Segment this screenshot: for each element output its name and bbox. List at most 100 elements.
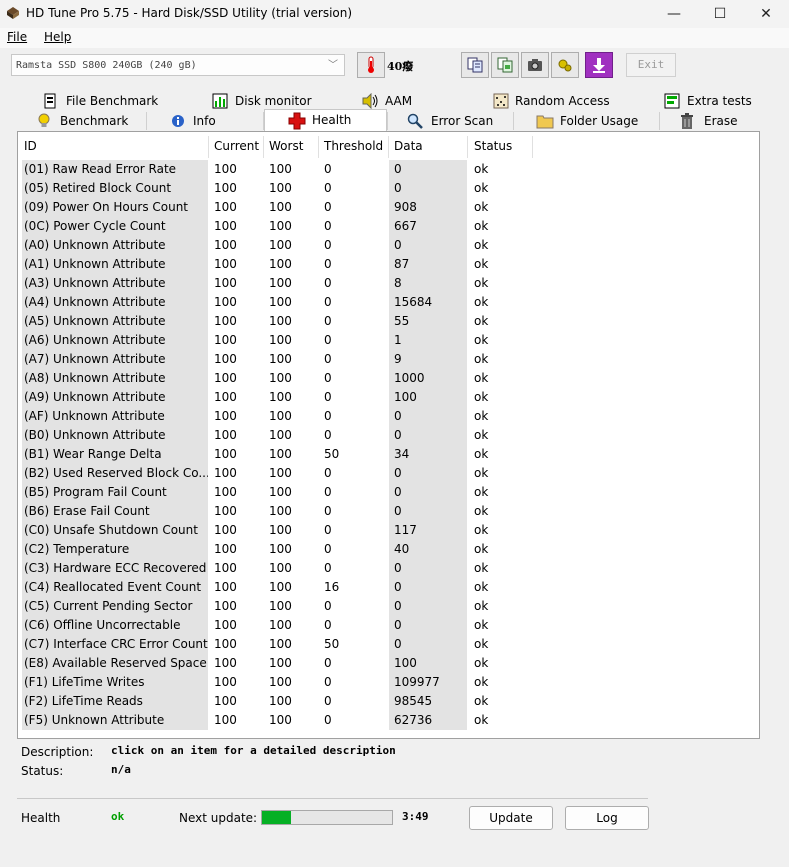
menu-file[interactable]: File [7, 30, 27, 44]
cell-worst: 100 [269, 656, 292, 670]
disk-monitor-icon [212, 93, 228, 109]
tab-file-benchmark[interactable]: File Benchmark [40, 92, 160, 110]
table-row[interactable]: (AF) Unknown Attribute 100 100 0 0 ok [22, 407, 542, 426]
temperature-button[interactable] [357, 52, 385, 78]
cell-data: 87 [394, 257, 410, 271]
cell-id: (09) Power On Hours Count [24, 200, 189, 214]
table-row[interactable]: (F5) Unknown Attribute 100 100 0 62736 ok [22, 711, 542, 730]
camera-icon [528, 59, 542, 71]
table-row[interactable]: (A7) Unknown Attribute 100 100 0 9 ok [22, 350, 542, 369]
log-button[interactable]: Log [565, 806, 649, 830]
download-button[interactable] [585, 52, 613, 78]
copy-info-icon [467, 57, 483, 73]
cell-threshold: 0 [324, 181, 332, 195]
minimize-button[interactable]: — [651, 0, 697, 28]
cell-current: 100 [214, 257, 237, 271]
table-row[interactable]: (F1) LifeTime Writes 100 100 0 109977 ok [22, 673, 542, 692]
cell-status: ok [474, 257, 489, 271]
tab-aam[interactable]: AAM [361, 92, 431, 110]
table-row[interactable]: (A9) Unknown Attribute 100 100 0 100 ok [22, 388, 542, 407]
random-access-icon [493, 93, 509, 109]
table-row[interactable]: (B5) Program Fail Count 100 100 0 0 ok [22, 483, 542, 502]
cell-id: (B1) Wear Range Delta [24, 447, 162, 461]
cell-id: (05) Retired Block Count [24, 181, 172, 195]
column-header-id[interactable]: ID [24, 139, 37, 153]
table-row[interactable]: (C3) Hardware ECC Recovered 100 100 0 0 ok [22, 559, 542, 578]
column-header-current[interactable]: Current [214, 139, 259, 153]
cell-status: ok [474, 276, 489, 290]
cell-worst: 100 [269, 219, 292, 233]
table-row[interactable]: (A6) Unknown Attribute 100 100 0 1 ok [22, 331, 542, 350]
close-button[interactable]: ✕ [743, 0, 789, 28]
table-row[interactable]: (A8) Unknown Attribute 100 100 0 1000 ok [22, 369, 542, 388]
table-row[interactable]: (B2) Used Reserved Block Co... 100 100 0 0 ok [22, 464, 542, 483]
cell-data: 1000 [394, 371, 425, 385]
table-row[interactable]: (05) Retired Block Count 100 100 0 0 ok [22, 179, 542, 198]
copy-screenshot-button[interactable] [491, 52, 519, 78]
cell-id: (F1) LifeTime Writes [24, 675, 145, 689]
table-row[interactable]: (C5) Current Pending Sector 100 100 0 0 ok [22, 597, 542, 616]
cell-data: 40 [394, 542, 410, 556]
cell-current: 100 [214, 219, 237, 233]
exit-button[interactable]: Exit [626, 53, 676, 77]
table-row[interactable]: (01) Raw Read Error Rate 100 100 0 0 ok [22, 160, 542, 179]
drive-select[interactable]: Ramsta SSD S800 240GB (240 gB) ﹀ [11, 54, 345, 76]
cell-id: (A9) Unknown Attribute [24, 390, 166, 404]
table-row[interactable]: (A5) Unknown Attribute 100 100 0 55 ok [22, 312, 542, 331]
update-button[interactable]: Update [469, 806, 553, 830]
cell-data: 0 [394, 409, 402, 423]
table-row[interactable]: (C6) Offline Uncorrectable 100 100 0 0 ok [22, 616, 542, 635]
tab-random-access[interactable]: Random Access [491, 92, 621, 110]
tab-health[interactable]: Health [264, 109, 387, 131]
cell-data: 100 [394, 390, 417, 404]
table-row[interactable]: (B1) Wear Range Delta 100 100 50 34 ok [22, 445, 542, 464]
table-row[interactable]: (C2) Temperature 100 100 0 40 ok [22, 540, 542, 559]
cell-data: 0 [394, 504, 402, 518]
tab-folder-usage[interactable]: Folder Usage [536, 112, 656, 130]
column-header-worst[interactable]: Worst [269, 139, 303, 153]
cell-data: 0 [394, 428, 402, 442]
cell-current: 100 [214, 694, 237, 708]
tab-erase[interactable]: Erase [679, 112, 759, 130]
cell-data: 0 [394, 238, 402, 252]
tab-info[interactable]: Info [171, 112, 261, 130]
table-row[interactable]: (C7) Interface CRC Error Count 100 100 50 0 o… [22, 635, 542, 654]
table-row[interactable]: (A4) Unknown Attribute 100 100 0 15684 ok [22, 293, 542, 312]
table-row[interactable]: (B0) Unknown Attribute 100 100 0 0 ok [22, 426, 542, 445]
column-header-data[interactable]: Data [394, 139, 423, 153]
maximize-button[interactable]: ☐ [697, 0, 743, 28]
table-row[interactable]: (A1) Unknown Attribute 100 100 0 87 ok [22, 255, 542, 274]
table-row[interactable]: (B6) Erase Fail Count 100 100 0 0 ok [22, 502, 542, 521]
menu-help[interactable]: Help [44, 30, 71, 44]
table-row[interactable]: (C4) Reallocated Event Count 100 100 16 0 ok [22, 578, 542, 597]
table-row[interactable]: (09) Power On Hours Count 100 100 0 908 ok [22, 198, 542, 217]
table-row[interactable]: (E8) Available Reserved Space 100 100 0 100 o… [22, 654, 542, 673]
cell-id: (C5) Current Pending Sector [24, 599, 193, 613]
tab-label: File Benchmark [66, 94, 159, 108]
settings-button[interactable] [551, 52, 579, 78]
tab-benchmark[interactable]: Benchmark [36, 112, 146, 130]
table-row[interactable]: (C0) Unsafe Shutdown Count 100 100 0 117 ok [22, 521, 542, 540]
cell-id: (F2) LifeTime Reads [24, 694, 143, 708]
cell-status: ok [474, 694, 489, 708]
cell-id: (A6) Unknown Attribute [24, 333, 166, 347]
cell-status: ok [474, 637, 489, 651]
copy-info-button[interactable] [461, 52, 489, 78]
tab-error-scan[interactable]: Error Scan [407, 112, 512, 130]
table-row[interactable]: (A3) Unknown Attribute 100 100 0 8 ok [22, 274, 542, 293]
table-row[interactable]: (A0) Unknown Attribute 100 100 0 0 ok [22, 236, 542, 255]
table-row[interactable]: (0C) Power Cycle Count 100 100 0 667 ok [22, 217, 542, 236]
column-header-status[interactable]: Status [474, 139, 512, 153]
cell-threshold: 0 [324, 694, 332, 708]
cell-current: 100 [214, 409, 237, 423]
cell-threshold: 0 [324, 675, 332, 689]
tab-extra-tests[interactable]: Extra tests [663, 92, 763, 110]
column-header-threshold[interactable]: Threshold [324, 139, 383, 153]
table-row[interactable]: (F2) LifeTime Reads 100 100 0 98545 ok [22, 692, 542, 711]
cell-worst: 100 [269, 694, 292, 708]
tab-label: Health [312, 113, 352, 127]
camera-button[interactable] [521, 52, 549, 78]
column-separator [467, 136, 468, 158]
cell-current: 100 [214, 485, 237, 499]
tab-disk-monitor[interactable]: Disk monitor [210, 92, 320, 110]
